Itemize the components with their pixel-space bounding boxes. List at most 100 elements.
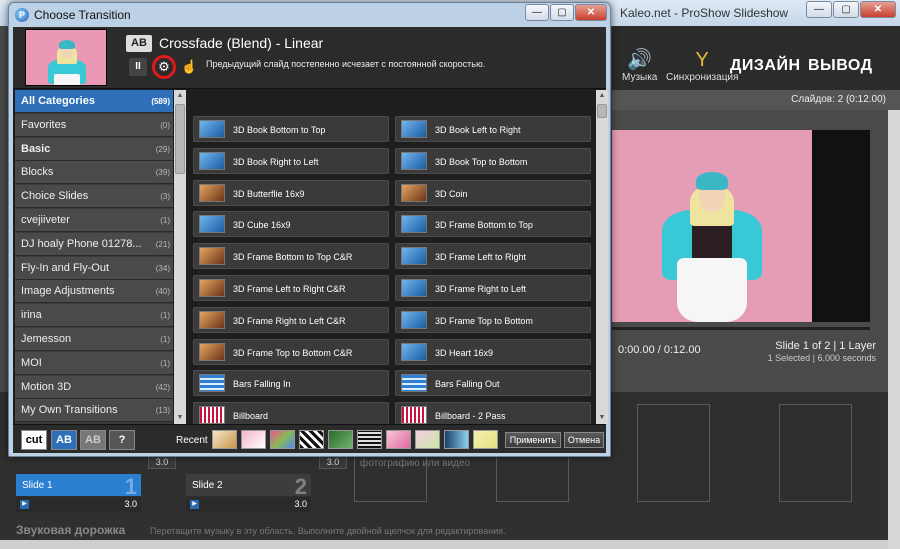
- category-item[interactable]: Basic (29): [15, 137, 173, 161]
- transition-tile[interactable]: 3D Frame Right to Left: [395, 275, 591, 301]
- preview-image: [612, 130, 812, 322]
- transition-tile[interactable]: Billboard - 2 Pass: [395, 402, 591, 424]
- app-close-button[interactable]: ✕: [860, 1, 896, 18]
- transition-thumbnail-icon: [199, 279, 225, 297]
- app-vertical-scrollbar[interactable]: [888, 110, 900, 549]
- ab-transition-alt-button[interactable]: AB: [80, 430, 106, 450]
- category-count: (0): [160, 120, 170, 130]
- audio-track[interactable]: Звуковая дорожка Перетащите музыку в эту…: [0, 520, 888, 540]
- gear-icon[interactable]: ⚙: [152, 55, 176, 79]
- transition-tile[interactable]: 3D Cube 16x9: [193, 211, 389, 238]
- transition-tile[interactable]: 3D Frame Top to Bottom C&R: [193, 338, 389, 365]
- scroll-up-icon[interactable]: ▲: [596, 90, 608, 102]
- category-item[interactable]: irina (1): [15, 304, 173, 328]
- transition-tile[interactable]: 3D Book Left to Right: [395, 116, 591, 142]
- transition-thumbnail-icon: [401, 310, 427, 329]
- recent-transition-thumb[interactable]: [415, 430, 440, 449]
- transition-tile[interactable]: 3D Frame Right to Left C&R: [193, 306, 389, 333]
- empty-slide-slot[interactable]: [779, 404, 852, 502]
- app-maximize-button[interactable]: ▢: [833, 1, 859, 18]
- transition-duration[interactable]: 3.0: [148, 455, 176, 469]
- transition-thumbnail-icon: [401, 151, 427, 170]
- transition-name: 3D Frame Bottom to Top: [435, 220, 533, 231]
- category-item[interactable]: Blocks (39): [15, 161, 173, 185]
- pause-button[interactable]: II: [129, 58, 147, 76]
- slide-card-2[interactable]: Slide 2 2 ▶ 3.0: [186, 474, 311, 512]
- transition-tile[interactable]: 3D Book Bottom to Top: [193, 116, 389, 142]
- category-item[interactable]: Choice Slides (3): [15, 185, 173, 209]
- category-item[interactable]: All Categories (589): [15, 90, 173, 113]
- category-item[interactable]: cvejiiveter (1): [15, 209, 173, 232]
- dialog-close-button[interactable]: ✕: [575, 4, 607, 21]
- empty-slide-slot[interactable]: [637, 404, 710, 502]
- transition-grid-scrollbar[interactable]: ▲ ▼: [596, 90, 608, 424]
- sync-tool[interactable]: Y Синхронизация: [666, 48, 738, 83]
- transition-tile[interactable]: Bars Falling Out: [395, 370, 591, 397]
- transition-tile[interactable]: 3D Frame Left to Right C&R: [193, 275, 389, 301]
- transition-duration[interactable]: 3.0: [319, 455, 347, 469]
- cut-transition-button[interactable]: cut: [21, 430, 47, 450]
- transition-tile[interactable]: 3D Frame Top to Bottom: [395, 306, 591, 333]
- app-minimize-button[interactable]: —: [806, 1, 832, 18]
- slide-card-1[interactable]: Slide 1 1 ▶ 3.0: [16, 474, 141, 512]
- dialog-maximize-button[interactable]: ▢: [550, 4, 574, 21]
- recent-transition-thumb[interactable]: [299, 430, 324, 449]
- scroll-up-icon[interactable]: ▲: [174, 90, 186, 102]
- ab-transition-button[interactable]: AB: [51, 430, 77, 450]
- recent-transition-thumb[interactable]: [473, 430, 498, 449]
- play-icon[interactable]: ▶: [20, 500, 29, 509]
- hand-pointer-icon[interactable]: ☝: [181, 58, 197, 76]
- recent-transition-thumb[interactable]: [386, 430, 411, 449]
- transition-tile[interactable]: 3D Frame Left to Right: [395, 243, 591, 270]
- transition-tile[interactable]: Billboard: [193, 402, 389, 424]
- transition-name: 3D Book Top to Bottom: [435, 156, 528, 167]
- scroll-down-icon[interactable]: ▼: [174, 412, 186, 424]
- music-tool[interactable]: 🔊 Музыка: [622, 48, 657, 83]
- app-horizontal-scrollbar[interactable]: [0, 540, 888, 549]
- app-window-title: Kaleo.net - ProShow Slideshow: [620, 6, 789, 20]
- transition-grid: 3D Book Bottom to Top 3D Book Left to Rig…: [187, 90, 595, 424]
- transition-tile[interactable]: 3D Book Right to Left: [193, 147, 389, 174]
- category-name: Favorites: [21, 118, 67, 131]
- transition-tile[interactable]: 3D Coin: [395, 179, 591, 206]
- help-button[interactable]: ?: [109, 430, 135, 450]
- category-item[interactable]: Favorites (0): [15, 113, 173, 137]
- transition-grid-scrollbar-thumb[interactable]: [597, 104, 607, 118]
- transition-tile[interactable]: 3D Book Top to Bottom: [395, 147, 591, 174]
- transition-thumbnail-icon: [401, 374, 427, 393]
- recent-transition-thumb[interactable]: [328, 430, 353, 449]
- transition-name: 3D Butterflie 16x9: [233, 188, 305, 199]
- tab-design[interactable]: ДИЗАЙН: [730, 57, 801, 75]
- category-scrollbar[interactable]: ▲ ▼: [174, 90, 186, 424]
- dialog-titlebar[interactable]: P Choose Transition — ▢ ✕: [9, 3, 610, 27]
- dialog-minimize-button[interactable]: —: [525, 4, 549, 21]
- play-icon[interactable]: ▶: [190, 500, 199, 509]
- category-item[interactable]: Motion 3D (42): [15, 375, 173, 399]
- recent-transition-thumb[interactable]: [357, 430, 382, 449]
- preview-progress-bar[interactable]: [612, 327, 870, 330]
- recent-transition-thumb[interactable]: [241, 430, 266, 449]
- transition-tile[interactable]: 3D Butterflie 16x9: [193, 179, 389, 206]
- slide-duration[interactable]: 3.0: [294, 499, 307, 509]
- transition-tile[interactable]: 3D Frame Bottom to Top: [395, 211, 591, 238]
- slide-duration[interactable]: 3.0: [124, 499, 137, 509]
- category-scrollbar-thumb[interactable]: [175, 104, 185, 174]
- recent-transition-thumb[interactable]: [212, 430, 237, 449]
- transition-tile[interactable]: Bars Falling In: [193, 370, 389, 397]
- category-item[interactable]: Jemesson (1): [15, 328, 173, 351]
- transition-tile[interactable]: 3D Frame Bottom to Top C&R: [193, 243, 389, 270]
- category-count: (1): [160, 311, 170, 321]
- category-item[interactable]: Fly-In and Fly-Out (34): [15, 256, 173, 280]
- transition-tile[interactable]: 3D Heart 16x9: [395, 338, 591, 365]
- scroll-down-icon[interactable]: ▼: [596, 412, 608, 424]
- tab-output[interactable]: ВЫВОД: [808, 57, 873, 75]
- category-item[interactable]: Image Adjustments (40): [15, 280, 173, 304]
- apply-button[interactable]: Применить: [505, 432, 561, 448]
- recent-transition-thumb[interactable]: [444, 430, 469, 449]
- figure-hat: [59, 40, 75, 49]
- category-item[interactable]: DJ hoaly Phone 01278... (21): [15, 232, 173, 256]
- category-item[interactable]: My Own Transitions (13): [15, 399, 173, 423]
- recent-transition-thumb[interactable]: [270, 430, 295, 449]
- cancel-button[interactable]: Отмена: [564, 432, 604, 448]
- category-item[interactable]: MOI (1): [15, 351, 173, 375]
